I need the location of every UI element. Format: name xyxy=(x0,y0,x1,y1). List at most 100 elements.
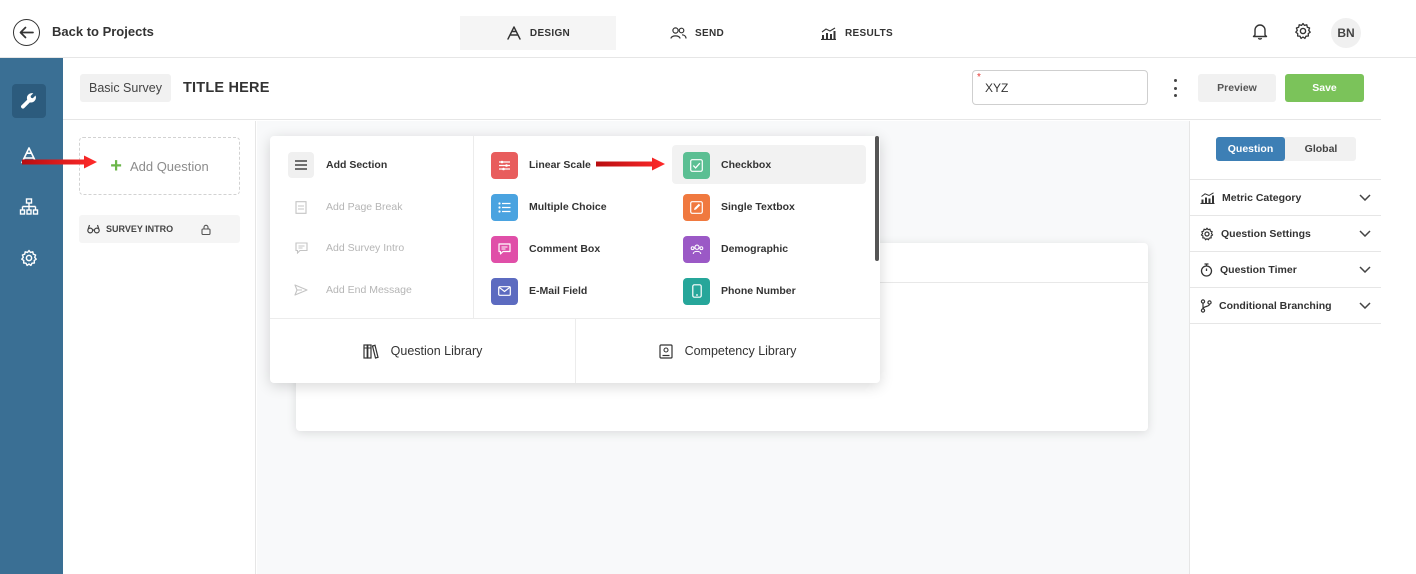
question-type-demographic[interactable]: Demographic xyxy=(683,234,788,264)
question-type-label: Comment Box xyxy=(529,243,601,255)
menu-scrollbar[interactable] xyxy=(875,136,879,261)
annotation-arrow-add-question xyxy=(22,155,97,169)
chevron-down-icon xyxy=(1359,266,1371,273)
question-type-single-textbox[interactable]: Single Textbox xyxy=(683,192,795,222)
section-label: Conditional Branching xyxy=(1219,299,1332,312)
question-type-comment-box[interactable]: Comment Box xyxy=(491,234,600,264)
competency-library-label: Competency Library xyxy=(684,344,797,358)
section-question-timer[interactable]: Question Timer xyxy=(1190,252,1381,288)
menu-item-label: Add End Message xyxy=(326,284,412,296)
single-textbox-icon xyxy=(683,193,710,221)
chevron-down-icon xyxy=(1359,194,1371,201)
survey-intro-label: SURVEY INTRO xyxy=(106,224,174,234)
competency-library-icon xyxy=(658,343,673,359)
menu-item-label: Add Page Break xyxy=(326,201,403,213)
timer-icon xyxy=(1200,262,1213,277)
list-icon xyxy=(288,152,314,178)
results-chart-icon xyxy=(821,27,836,40)
books-icon xyxy=(363,343,379,359)
window-margin xyxy=(1381,58,1416,574)
phone-icon xyxy=(683,277,710,305)
tab-results[interactable]: RESULTS xyxy=(802,16,911,50)
sidebar-item-structure[interactable] xyxy=(12,190,46,224)
page-break-icon xyxy=(288,194,314,220)
question-library-label: Question Library xyxy=(390,344,483,358)
comment-box-icon xyxy=(491,235,518,263)
more-options-button[interactable] xyxy=(1168,78,1182,98)
section-label: Question Timer xyxy=(1220,263,1297,276)
question-type-linear-scale[interactable]: Linear Scale xyxy=(491,150,591,180)
send-message-icon xyxy=(288,277,314,303)
tab-send[interactable]: SEND xyxy=(652,16,742,50)
section-conditional-branching[interactable]: Conditional Branching xyxy=(1190,288,1381,324)
chevron-down-icon xyxy=(1359,302,1371,309)
multiple-choice-icon xyxy=(491,193,518,221)
sidebar-item-build[interactable] xyxy=(12,84,46,118)
section-question-settings[interactable]: Question Settings xyxy=(1190,216,1381,252)
user-avatar[interactable]: BN xyxy=(1331,18,1361,48)
menu-column-divider xyxy=(473,136,474,318)
question-library-button[interactable]: Question Library xyxy=(270,319,575,383)
section-metric-category[interactable]: Metric Category xyxy=(1190,180,1381,216)
branch-icon xyxy=(1200,298,1212,313)
question-type-label: Linear Scale xyxy=(529,159,591,171)
question-type-label: Single Textbox xyxy=(721,201,795,213)
kebab-dot-icon xyxy=(1173,86,1177,90)
arrow-left-icon xyxy=(19,26,34,39)
tab-design[interactable]: DESIGN xyxy=(460,16,616,50)
kebab-dot-icon xyxy=(1173,94,1177,97)
question-type-phone-number[interactable]: Phone Number xyxy=(683,276,796,306)
annotation-arrow-checkbox xyxy=(596,157,665,171)
wrench-icon xyxy=(21,93,36,109)
menu-item-label: Add Section xyxy=(326,159,388,171)
section-label: Metric Category xyxy=(1222,191,1302,204)
lock-icon xyxy=(201,224,211,235)
question-type-label: Demographic xyxy=(721,243,789,255)
settings-icon xyxy=(1200,227,1214,240)
add-question-label: Add Question xyxy=(129,158,209,174)
question-type-label: Phone Number xyxy=(721,285,796,297)
email-icon xyxy=(491,277,518,305)
gear-icon xyxy=(1295,22,1311,40)
back-to-projects-link[interactable]: Back to Projects xyxy=(52,24,154,39)
save-button[interactable]: Save xyxy=(1285,74,1364,102)
survey-type-chip: Basic Survey xyxy=(80,74,171,102)
menu-item-add-survey-intro: Add Survey Intro xyxy=(288,234,404,262)
tab-design-label: DESIGN xyxy=(529,27,571,39)
metric-icon xyxy=(1200,191,1215,204)
settings-button[interactable] xyxy=(1292,20,1314,42)
hierarchy-icon xyxy=(19,198,39,215)
preview-button[interactable]: Preview xyxy=(1198,74,1276,102)
section-label: Question Settings xyxy=(1221,227,1311,240)
competency-library-button[interactable]: Competency Library xyxy=(575,319,880,383)
question-type-label: Checkbox xyxy=(721,159,772,171)
question-type-label: Multiple Choice xyxy=(529,201,607,213)
survey-name-input[interactable]: XYZ xyxy=(972,70,1148,105)
tab-results-label: RESULTS xyxy=(845,27,894,39)
survey-intro-item[interactable]: SURVEY INTRO xyxy=(79,215,240,243)
chevron-down-icon xyxy=(1359,230,1371,237)
survey-title[interactable]: TITLE HERE xyxy=(183,80,270,96)
question-type-checkbox[interactable]: Checkbox xyxy=(683,150,771,180)
gear-icon xyxy=(21,249,37,267)
linear-scale-icon xyxy=(491,151,518,179)
design-icon xyxy=(507,26,521,40)
users-icon xyxy=(670,27,687,39)
bell-icon xyxy=(1252,24,1268,40)
menu-item-add-section[interactable]: Add Section xyxy=(288,151,387,179)
notifications-button[interactable] xyxy=(1249,20,1271,42)
sidebar-item-settings[interactable] xyxy=(12,241,46,275)
segment-question[interactable]: Question xyxy=(1216,137,1285,161)
checkbox-icon xyxy=(683,151,710,179)
demographic-icon xyxy=(683,235,710,263)
required-indicator: * xyxy=(977,72,981,83)
intro-message-icon xyxy=(288,235,314,261)
add-question-button[interactable]: + Add Question xyxy=(79,137,240,195)
question-type-email-field[interactable]: E-Mail Field xyxy=(491,276,587,306)
question-type-multiple-choice[interactable]: Multiple Choice xyxy=(491,192,607,222)
question-type-label: E-Mail Field xyxy=(529,285,588,297)
back-button[interactable] xyxy=(13,19,40,46)
left-sidebar xyxy=(0,58,63,574)
menu-item-add-end-message: Add End Message xyxy=(288,276,412,304)
segment-global[interactable]: Global xyxy=(1286,137,1356,161)
